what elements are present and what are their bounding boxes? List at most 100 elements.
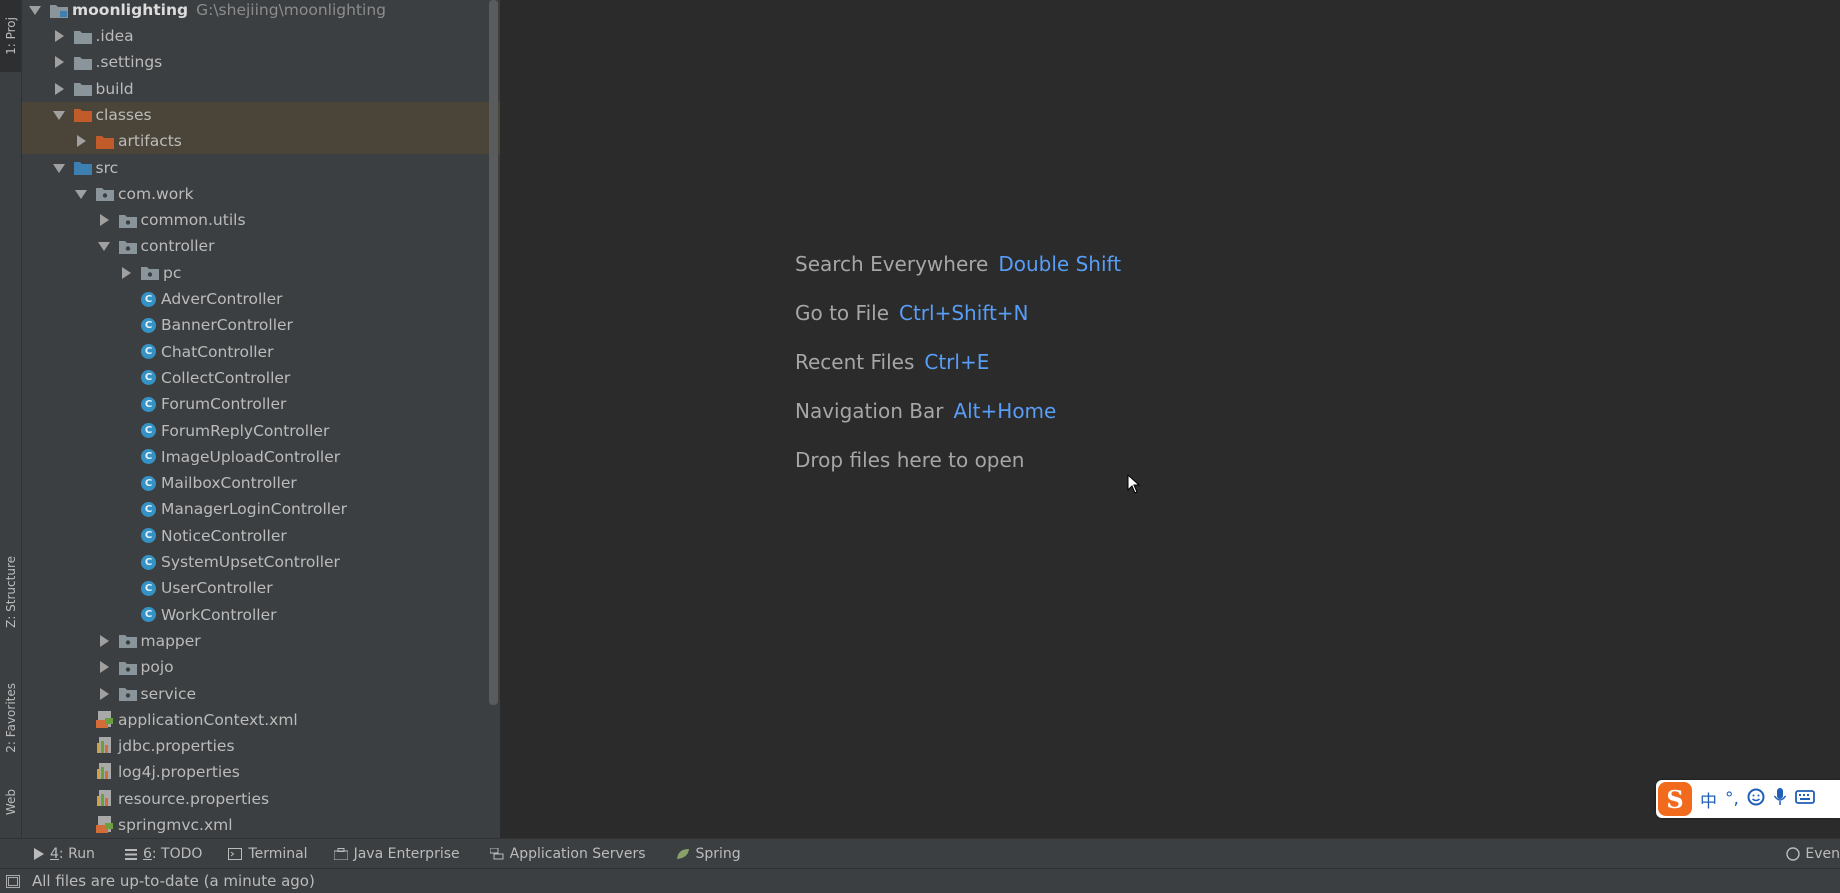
keyboard-icon[interactable]: [1795, 789, 1815, 810]
sogou-logo-icon[interactable]: S: [1658, 782, 1692, 816]
root-path: G:\shejiing\moonlighting: [196, 1, 386, 19]
toggle-tool-windows-icon[interactable]: [6, 874, 20, 888]
java-class-icon: C: [141, 554, 156, 570]
tree-item-label: AdverController: [161, 290, 283, 308]
tree-item[interactable]: artifacts: [22, 128, 500, 155]
chevron-right-icon[interactable]: [52, 55, 66, 69]
hint-label: Recent Files: [795, 350, 915, 374]
tree-item[interactable]: log4j.properties: [22, 759, 500, 785]
tree-item[interactable]: C NoticeController: [22, 523, 500, 549]
chevron-right-icon[interactable]: [52, 82, 66, 96]
hint-label: Navigation Bar: [795, 399, 944, 423]
tree-item[interactable]: C ManagerLoginController: [22, 496, 500, 522]
tree-item[interactable]: classes: [22, 101, 500, 128]
tab-java-enterprise[interactable]: Java Enterprise: [333, 839, 460, 869]
chevron-down-icon[interactable]: [28, 3, 42, 17]
tree-item[interactable]: C AdverController: [22, 286, 500, 312]
tree-item-label: com.work: [118, 184, 194, 203]
tab-terminal[interactable]: Terminal: [228, 839, 308, 869]
chevron-down-icon[interactable]: [97, 239, 111, 253]
tree-item-label: artifacts: [118, 132, 182, 151]
tree-item[interactable]: resource.properties: [22, 786, 500, 812]
tree-item[interactable]: mapper: [22, 628, 500, 654]
tree-item[interactable]: controller: [22, 233, 500, 259]
hint-shortcut: Ctrl+Shift+N: [899, 301, 1029, 325]
project-tool-tab[interactable]: 1: Proj: [0, 0, 21, 72]
excluded-folder-icon: [96, 133, 114, 149]
tree-item[interactable]: .idea: [22, 23, 500, 49]
tree-item-label: pojo: [140, 658, 174, 677]
hint-go-to-file: Go to File Ctrl+Shift+N: [795, 301, 1029, 325]
tree-item[interactable]: C ChatController: [22, 339, 500, 365]
tree-item[interactable]: jdbc.properties: [22, 733, 500, 759]
tree-item[interactable]: pojo: [22, 654, 500, 680]
chevron-right-icon[interactable]: [52, 29, 66, 43]
tree-item-label: service: [140, 684, 197, 703]
tree-item[interactable]: common.utils: [22, 207, 500, 233]
tree-item[interactable]: C ForumReplyController: [22, 418, 500, 444]
java-class-icon: C: [141, 396, 156, 412]
hint-navigation-bar: Navigation Bar Alt+Home: [795, 399, 1056, 423]
smile-icon[interactable]: [1747, 788, 1765, 811]
tree-item-label: pc: [163, 263, 182, 282]
chevron-right-icon[interactable]: [97, 213, 111, 227]
tab-run[interactable]: 4: Run: [34, 839, 95, 869]
java-class-icon: C: [141, 291, 156, 307]
tree-item[interactable]: C ImageUploadController: [22, 444, 500, 470]
tree-item[interactable]: build: [22, 76, 500, 102]
tree-item[interactable]: springmvc.xml: [22, 812, 500, 838]
tree-item-label: log4j.properties: [118, 763, 240, 782]
favorites-tool-tab-label: 2: Favorites: [3, 683, 18, 753]
tree-item-label: springmvc.xml: [118, 816, 233, 834]
tree-item[interactable]: C ForumController: [22, 391, 500, 417]
ime-toolbar[interactable]: S 中 °,: [1656, 780, 1840, 818]
tree-item-label: mapper: [140, 631, 201, 650]
microphone-icon[interactable]: [1773, 787, 1787, 812]
tree-root-moonlighting[interactable]: moonlighting G:\shejiing\moonlighting: [22, 0, 500, 23]
tree-item[interactable]: service: [22, 681, 500, 707]
tab-application-servers[interactable]: Application Servers: [489, 839, 646, 869]
favorites-tool-tab[interactable]: 2: Favorites: [0, 668, 21, 768]
tab-todo[interactable]: 6: TODO: [124, 839, 202, 869]
hint-shortcut: Alt+Home: [953, 399, 1057, 423]
ime-language-toggle[interactable]: 中: [1700, 787, 1717, 812]
tree-item[interactable]: C MailboxController: [22, 470, 500, 496]
chevron-right-icon[interactable]: [74, 134, 88, 148]
tree-item[interactable]: pc: [22, 260, 500, 286]
tree-scrollbar[interactable]: [489, 0, 498, 705]
chevron-down-icon[interactable]: [74, 187, 88, 201]
java-class-icon: C: [141, 607, 156, 623]
chevron-right-icon[interactable]: [97, 660, 111, 674]
status-message: All files are up-to-date (a minute ago): [32, 872, 315, 890]
tree-item[interactable]: C CollectController: [22, 365, 500, 391]
chevron-right-icon[interactable]: [97, 634, 111, 648]
package-icon: [118, 686, 137, 702]
tab-event-log[interactable]: Even: [1786, 839, 1840, 869]
hint-label: Go to File: [795, 301, 889, 325]
tree-item[interactable]: C WorkController: [22, 602, 500, 628]
status-bar: All files are up-to-date (a minute ago): [0, 868, 1840, 893]
tab-todo-mnemonic: 6: [142, 846, 152, 862]
tree-item[interactable]: C BannerController: [22, 312, 500, 338]
tree-item[interactable]: applicationContext.xml: [22, 707, 500, 733]
package-icon: [118, 238, 137, 254]
ime-punctuation-toggle[interactable]: °,: [1725, 789, 1739, 809]
tree-item-label: CollectController: [161, 368, 291, 387]
tree-item[interactable]: com.work: [22, 181, 500, 207]
chevron-down-icon[interactable]: [52, 161, 66, 175]
todo-list-icon: [124, 848, 137, 860]
chevron-right-icon[interactable]: [97, 687, 111, 701]
web-tool-tab[interactable]: Web: [0, 776, 21, 828]
structure-tool-tab[interactable]: Z: Structure: [0, 542, 21, 642]
editor-empty-area[interactable]: [501, 0, 1840, 838]
tree-item[interactable]: C SystemUpsetController: [22, 549, 500, 575]
tab-spring[interactable]: Spring: [676, 839, 741, 869]
tree-item[interactable]: src: [22, 155, 500, 181]
tree-item[interactable]: .settings: [22, 49, 500, 75]
tree-item[interactable]: C UserController: [22, 575, 500, 601]
hint-shortcut: Double Shift: [998, 252, 1122, 276]
structure-tool-tab-label: Z: Structure: [3, 556, 18, 628]
chevron-down-icon[interactable]: [52, 108, 66, 122]
chevron-right-icon[interactable]: [119, 266, 133, 280]
tab-event-log-label: Even: [1805, 846, 1840, 862]
